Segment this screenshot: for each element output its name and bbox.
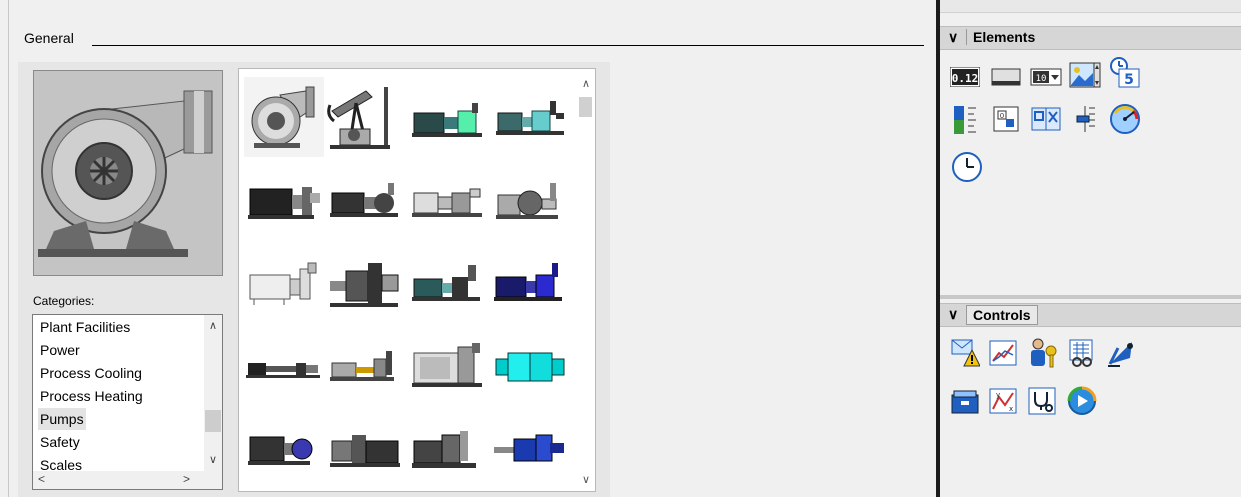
category-item-selected[interactable]: Pumps bbox=[38, 408, 86, 430]
clock-icon[interactable] bbox=[950, 150, 984, 184]
category-item[interactable]: Safety bbox=[40, 431, 80, 453]
scroll-thumb[interactable] bbox=[205, 410, 221, 432]
category-item[interactable]: Plant Facilities bbox=[40, 316, 130, 338]
recipe-view-icon[interactable] bbox=[1065, 336, 1099, 370]
switch-icon[interactable]: 0 bbox=[989, 102, 1023, 136]
scroll-left-icon[interactable]: < bbox=[38, 472, 45, 486]
alarm-view-icon[interactable] bbox=[948, 336, 982, 370]
scroll-right-icon[interactable]: > bbox=[183, 472, 190, 486]
general-title: General bbox=[24, 30, 74, 46]
user-view-icon[interactable] bbox=[1025, 336, 1059, 370]
symbol-centrifugal-pump[interactable] bbox=[244, 77, 324, 157]
symbol-piston-pump[interactable] bbox=[326, 323, 406, 403]
bar-icon[interactable] bbox=[948, 102, 982, 136]
elements-section-header[interactable]: ∨ Elements bbox=[940, 26, 1241, 50]
io-field-icon[interactable]: 0.12 bbox=[948, 60, 982, 94]
general-panel: General Categories: Plant Facilities Pow… bbox=[0, 0, 938, 497]
svg-text:0: 0 bbox=[1000, 112, 1004, 120]
symbolic-io-field-icon[interactable]: 10 bbox=[1029, 60, 1063, 94]
svg-text:y: y bbox=[996, 391, 1000, 399]
category-item[interactable]: Process Heating bbox=[40, 385, 143, 407]
trend-view-icon[interactable] bbox=[986, 336, 1020, 370]
symbol-blue-inline-pump[interactable] bbox=[490, 405, 570, 485]
section-separator[interactable] bbox=[940, 295, 1241, 299]
date-time-field-icon[interactable]: 5 bbox=[1108, 56, 1142, 90]
svg-text:10: 10 bbox=[1036, 74, 1047, 84]
symbol-cyan-pump[interactable] bbox=[490, 323, 570, 403]
gauge-icon[interactable] bbox=[1108, 102, 1142, 136]
toolbox-panel: ∨ Elements 0.12 10 5 0 ∨ Controls y x bbox=[940, 0, 1241, 497]
symbol-horizontal-pump[interactable] bbox=[408, 77, 488, 157]
symbol-library-icon[interactable] bbox=[1029, 102, 1063, 136]
chevron-down-icon[interactable]: ∨ bbox=[948, 306, 958, 323]
categories-list[interactable]: Plant Facilities Power Process Cooling P… bbox=[32, 314, 223, 490]
sm-overview-icon[interactable] bbox=[948, 384, 982, 418]
symbol-motor-pump-2[interactable] bbox=[244, 405, 324, 485]
general-title-rule bbox=[92, 45, 924, 46]
svg-text:0.12: 0.12 bbox=[952, 72, 979, 85]
category-item[interactable]: Process Cooling bbox=[40, 362, 142, 384]
scroll-thumb[interactable] bbox=[579, 97, 592, 117]
symbol-inline-pump[interactable] bbox=[326, 241, 406, 321]
elements-section-title[interactable]: Elements bbox=[966, 29, 1041, 45]
f-x-trend-view-icon[interactable]: yx bbox=[986, 384, 1020, 418]
scroll-up-icon[interactable]: ∧ bbox=[204, 319, 222, 332]
left-edge bbox=[8, 0, 9, 497]
symbol-stainless-pump[interactable] bbox=[244, 241, 324, 321]
button-icon[interactable] bbox=[989, 60, 1023, 94]
symbol-grid[interactable]: ∧ ∨ bbox=[238, 68, 596, 492]
symbol-gear-pump[interactable] bbox=[408, 159, 488, 239]
graphic-io-field-icon[interactable] bbox=[1068, 58, 1102, 92]
category-item[interactable]: Power bbox=[40, 339, 80, 361]
slider-icon[interactable] bbox=[1068, 102, 1102, 136]
categories-label: Categories: bbox=[33, 294, 95, 308]
controls-section-title[interactable]: Controls bbox=[966, 305, 1038, 325]
symbol-packaged-pump[interactable] bbox=[408, 241, 488, 321]
symbol-preview bbox=[33, 70, 223, 276]
media-player-icon[interactable] bbox=[1065, 384, 1099, 418]
categories-horizontal-scrollbar[interactable]: < > bbox=[33, 471, 222, 489]
system-diagnostics-icon[interactable] bbox=[1104, 336, 1138, 370]
toolbox-top-band bbox=[940, 0, 1241, 13]
chevron-down-icon[interactable]: ∨ bbox=[948, 29, 958, 46]
symbol-base-pump[interactable] bbox=[408, 405, 488, 485]
svg-text:5: 5 bbox=[1124, 72, 1134, 88]
symbol-grid-scrollbar[interactable]: ∧ ∨ bbox=[577, 69, 595, 491]
symbol-progressive-cavity-pump[interactable] bbox=[244, 323, 324, 403]
symbol-cylinder-pump[interactable] bbox=[326, 405, 406, 485]
symbol-close-coupled-pump[interactable] bbox=[490, 159, 570, 239]
symbol-skid-pump[interactable] bbox=[490, 77, 570, 157]
svg-text:x: x bbox=[1009, 405, 1013, 413]
symbol-motor-pump[interactable] bbox=[244, 159, 324, 239]
scroll-down-icon[interactable]: ∨ bbox=[577, 473, 595, 486]
categories-vertical-scrollbar[interactable]: ∧ ∨ bbox=[204, 315, 222, 471]
scroll-down-icon[interactable]: ∨ bbox=[204, 453, 222, 466]
symbol-large-pump[interactable] bbox=[408, 323, 488, 403]
symbol-pumpjack[interactable] bbox=[326, 77, 406, 157]
diagnostic-view-icon[interactable] bbox=[1025, 384, 1059, 418]
symbol-end-suction-pump[interactable] bbox=[326, 159, 406, 239]
scroll-up-icon[interactable]: ∧ bbox=[577, 77, 595, 90]
symbol-blue-pump[interactable] bbox=[490, 241, 570, 321]
controls-section-header[interactable]: ∨ Controls bbox=[940, 303, 1241, 327]
